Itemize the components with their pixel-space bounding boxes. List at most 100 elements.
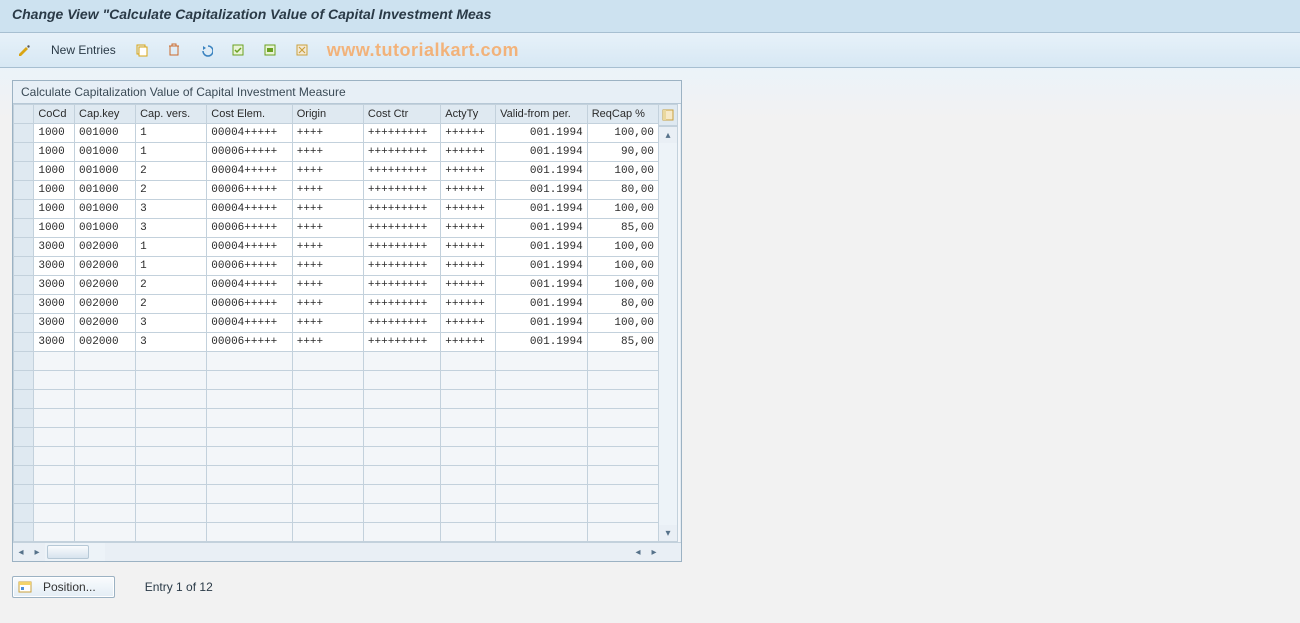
cell-cocd[interactable]: 3000 xyxy=(34,314,75,333)
cell-cocd[interactable]: 3000 xyxy=(34,238,75,257)
cell-capkey[interactable]: 002000 xyxy=(75,238,136,257)
cell-costelem[interactable]: 00004+++++ xyxy=(207,162,292,181)
cell-costctr[interactable] xyxy=(363,390,440,409)
position-button[interactable]: Position... xyxy=(12,576,115,598)
cell-reqcap[interactable]: 100,00 xyxy=(587,124,658,143)
cell-origin[interactable]: ++++ xyxy=(292,333,363,352)
row-selector[interactable] xyxy=(14,200,34,219)
hscroll-right-2[interactable]: ▸ xyxy=(646,543,662,561)
cell-capkey[interactable]: 002000 xyxy=(75,333,136,352)
toggle-display-change-button[interactable] xyxy=(10,39,40,61)
row-selector[interactable] xyxy=(14,523,34,542)
cell-costelem[interactable]: 00004+++++ xyxy=(207,200,292,219)
col-actyty[interactable]: ActyTy xyxy=(441,105,496,124)
cell-reqcap[interactable] xyxy=(587,352,658,371)
col-reqcap[interactable]: ReqCap % xyxy=(587,105,658,124)
row-selector[interactable] xyxy=(14,314,34,333)
cell-costelem[interactable]: 00006+++++ xyxy=(207,181,292,200)
cell-costctr[interactable]: +++++++++ xyxy=(363,295,440,314)
cell-capvers[interactable] xyxy=(136,485,207,504)
table-row[interactable] xyxy=(14,390,659,409)
cell-actyty[interactable]: ++++++ xyxy=(441,238,496,257)
cell-validfrom[interactable] xyxy=(496,485,588,504)
cell-origin[interactable] xyxy=(292,352,363,371)
row-selector[interactable] xyxy=(14,390,34,409)
cell-reqcap[interactable] xyxy=(587,428,658,447)
cell-reqcap[interactable] xyxy=(587,390,658,409)
cell-validfrom[interactable]: 001.1994 xyxy=(496,238,588,257)
cell-cocd[interactable]: 3000 xyxy=(34,276,75,295)
cell-origin[interactable] xyxy=(292,371,363,390)
cell-cocd[interactable]: 3000 xyxy=(34,295,75,314)
select-block-button[interactable] xyxy=(255,39,285,61)
hscroll-thumb[interactable] xyxy=(47,545,89,559)
cell-validfrom[interactable]: 001.1994 xyxy=(496,333,588,352)
cell-cocd[interactable]: 1000 xyxy=(34,143,75,162)
cell-costelem[interactable]: 00006+++++ xyxy=(207,257,292,276)
cell-actyty[interactable]: ++++++ xyxy=(441,124,496,143)
cell-capkey[interactable] xyxy=(75,485,136,504)
cell-costelem[interactable] xyxy=(207,504,292,523)
cell-capkey[interactable]: 001000 xyxy=(75,219,136,238)
table-row[interactable]: 1000001000300006++++++++++++++++++++++++… xyxy=(14,219,659,238)
cell-reqcap[interactable] xyxy=(587,447,658,466)
row-selector[interactable] xyxy=(14,333,34,352)
cell-capkey[interactable]: 001000 xyxy=(75,124,136,143)
cell-origin[interactable] xyxy=(292,409,363,428)
cell-costelem[interactable]: 00006+++++ xyxy=(207,219,292,238)
cell-reqcap[interactable]: 80,00 xyxy=(587,181,658,200)
row-selector[interactable] xyxy=(14,295,34,314)
row-selector[interactable] xyxy=(14,238,34,257)
row-selector[interactable] xyxy=(14,352,34,371)
table-row[interactable]: 1000001000200006++++++++++++++++++++++++… xyxy=(14,181,659,200)
cell-reqcap[interactable] xyxy=(587,523,658,542)
cell-costctr[interactable] xyxy=(363,447,440,466)
table-row[interactable] xyxy=(14,352,659,371)
cell-validfrom[interactable]: 001.1994 xyxy=(496,162,588,181)
cell-capvers[interactable] xyxy=(136,447,207,466)
cell-capkey[interactable]: 002000 xyxy=(75,314,136,333)
cell-reqcap[interactable]: 100,00 xyxy=(587,257,658,276)
cell-costctr[interactable]: +++++++++ xyxy=(363,124,440,143)
scroll-up-button[interactable]: ▴ xyxy=(659,127,677,143)
row-selector[interactable] xyxy=(14,143,34,162)
cell-cocd[interactable]: 3000 xyxy=(34,257,75,276)
cell-reqcap[interactable]: 80,00 xyxy=(587,295,658,314)
hscroll-track-left[interactable] xyxy=(45,543,105,561)
row-selector[interactable] xyxy=(14,181,34,200)
row-selector[interactable] xyxy=(14,162,34,181)
cell-costctr[interactable] xyxy=(363,485,440,504)
cell-costctr[interactable]: +++++++++ xyxy=(363,162,440,181)
cell-validfrom[interactable] xyxy=(496,409,588,428)
cell-costelem[interactable]: 00006+++++ xyxy=(207,333,292,352)
cell-costctr[interactable] xyxy=(363,371,440,390)
cell-reqcap[interactable]: 85,00 xyxy=(587,219,658,238)
table-row[interactable]: 1000001000300004++++++++++++++++++++++++… xyxy=(14,200,659,219)
cell-cocd[interactable] xyxy=(34,504,75,523)
table-row[interactable]: 3000002000300006++++++++++++++++++++++++… xyxy=(14,333,659,352)
cell-costelem[interactable] xyxy=(207,390,292,409)
cell-costelem[interactable]: 00004+++++ xyxy=(207,276,292,295)
row-selector[interactable] xyxy=(14,124,34,143)
table-row[interactable]: 3000002000100004++++++++++++++++++++++++… xyxy=(14,238,659,257)
table-row[interactable] xyxy=(14,409,659,428)
cell-capkey[interactable] xyxy=(75,504,136,523)
deselect-all-button[interactable] xyxy=(287,39,317,61)
cell-cocd[interactable]: 1000 xyxy=(34,124,75,143)
cell-capvers[interactable] xyxy=(136,504,207,523)
cell-origin[interactable]: ++++ xyxy=(292,219,363,238)
cell-validfrom[interactable]: 001.1994 xyxy=(496,200,588,219)
cell-reqcap[interactable] xyxy=(587,485,658,504)
cell-capkey[interactable] xyxy=(75,371,136,390)
cell-origin[interactable] xyxy=(292,466,363,485)
cell-capvers[interactable]: 3 xyxy=(136,314,207,333)
cell-capkey[interactable] xyxy=(75,466,136,485)
cell-cocd[interactable] xyxy=(34,447,75,466)
cell-origin[interactable] xyxy=(292,390,363,409)
col-costelem[interactable]: Cost Elem. xyxy=(207,105,292,124)
vscroll-track[interactable] xyxy=(659,143,677,525)
cell-capvers[interactable]: 2 xyxy=(136,162,207,181)
cell-costelem[interactable] xyxy=(207,371,292,390)
cell-cocd[interactable]: 1000 xyxy=(34,181,75,200)
cell-costctr[interactable]: +++++++++ xyxy=(363,276,440,295)
